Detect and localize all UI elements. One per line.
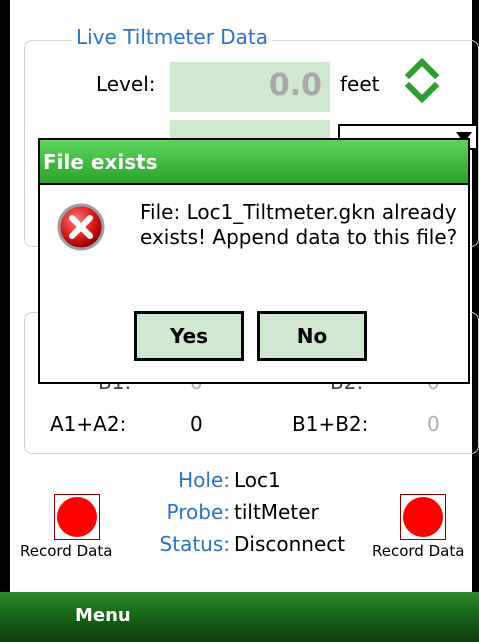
record-dot-icon (57, 497, 97, 537)
hole-value: Loc1 (234, 468, 281, 492)
a1a2-label: A1+A2: (50, 412, 127, 436)
level-unit: feet (340, 72, 380, 96)
chevron-up-icon[interactable] (405, 55, 439, 79)
yes-button[interactable]: Yes (134, 311, 244, 361)
record-right-label[interactable]: Record Data (372, 542, 464, 560)
status-value: Disconnecti (234, 532, 346, 556)
menu-bar: Menu (0, 592, 479, 642)
record-right-button[interactable] (400, 494, 446, 540)
probe-value: tiltMeter (234, 500, 319, 524)
b1b2-label: B1+B2: (292, 412, 369, 436)
a1a2-value: 0 (190, 412, 203, 436)
menu-softkey[interactable]: Menu (75, 605, 131, 626)
record-left-button[interactable] (54, 494, 100, 540)
record-left-label[interactable]: Record Data (20, 542, 112, 560)
dialog-title: File exists (43, 150, 158, 174)
level-value: 0.0 (268, 68, 322, 103)
error-icon (57, 203, 105, 251)
b1b2-value: 0 (427, 412, 440, 436)
probe-key: Probe: (166, 500, 230, 524)
dialog-message: File: Loc1_Tiltmeter.gkn already exists!… (140, 200, 458, 249)
level-label: Level: (96, 72, 156, 96)
record-dot-icon (403, 497, 443, 537)
file-exists-dialog: File exists File: Loc1_Tiltmeter.gkn alr… (38, 138, 470, 384)
live-tiltmeter-title: Live Tiltmeter Data (72, 25, 273, 49)
screen-frame-left (0, 0, 10, 642)
status-key: Status: (159, 532, 230, 556)
hole-key: Hole: (178, 468, 230, 492)
level-value-field: 0.0 (170, 62, 330, 112)
no-button[interactable]: No (257, 311, 367, 361)
chevron-down-icon[interactable] (405, 82, 439, 106)
dialog-titlebar: File exists (40, 140, 468, 185)
